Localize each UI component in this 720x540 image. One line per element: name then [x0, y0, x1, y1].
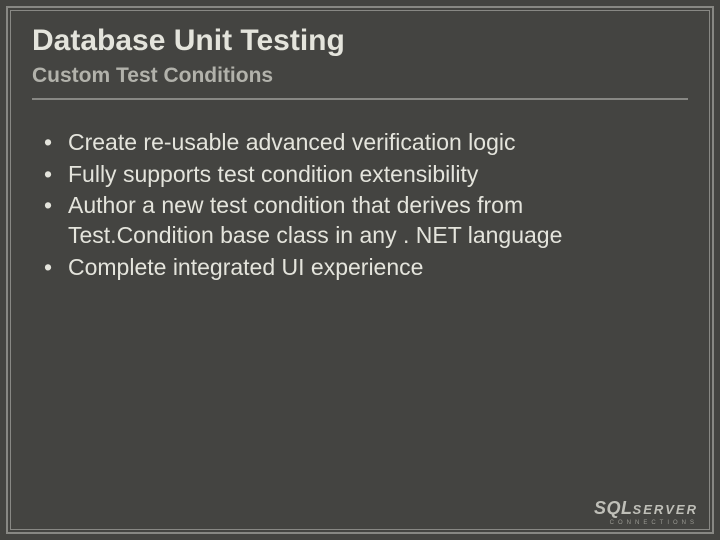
slide: Database Unit Testing Custom Test Condit… [0, 0, 720, 540]
slide-title: Database Unit Testing [32, 24, 688, 59]
slide-subtitle: Custom Test Conditions [32, 63, 688, 88]
sql-server-logo: SQLSERVER CONNECTIONS [594, 499, 698, 526]
bullet-item: Author a new test condition that derives… [68, 191, 668, 251]
bullet-item: Create re-usable advanced verification l… [68, 128, 668, 158]
logo-main: SQLSERVER [594, 499, 698, 518]
logo-server-text: SERVER [633, 502, 698, 517]
bullet-item: Complete integrated UI experience [68, 253, 668, 283]
logo-sql-text: SQL [594, 498, 633, 518]
logo-sub-text: CONNECTIONS [594, 520, 698, 526]
slide-content: Database Unit Testing Custom Test Condit… [10, 10, 710, 530]
divider [32, 98, 688, 100]
bullet-item: Fully supports test condition extensibil… [68, 160, 668, 190]
bullet-list: Create re-usable advanced verification l… [38, 128, 688, 283]
